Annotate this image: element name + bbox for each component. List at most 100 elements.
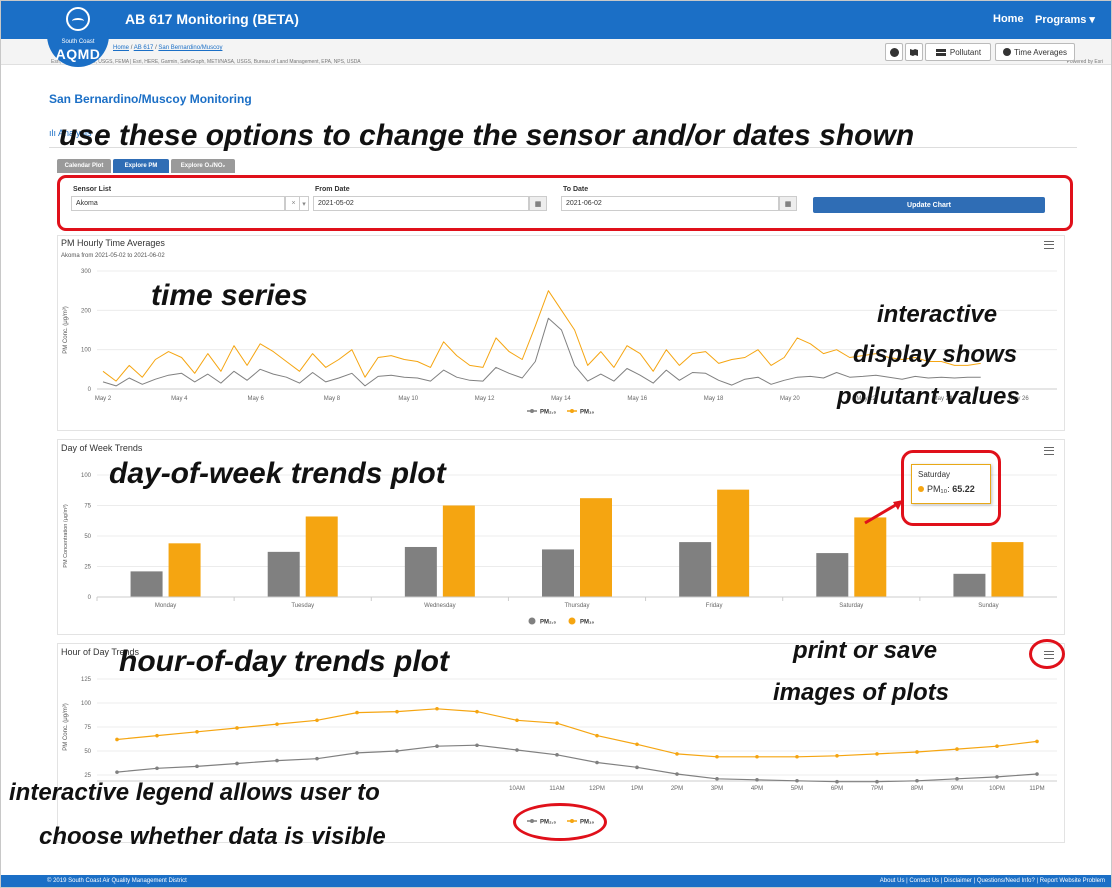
x-tick-label: 4PM: [751, 786, 763, 792]
time-series-subtitle: Akoma from 2021-05-02 to 2021-06-02: [61, 253, 165, 259]
point-pm25-4pm: [755, 778, 759, 782]
info-button[interactable]: [885, 43, 903, 61]
point-pm25-1am: [155, 766, 159, 771]
to-date-calendar-icon[interactable]: ▦: [779, 196, 797, 211]
bar-pm10-wednesday: [442, 505, 475, 597]
chevron-down-icon[interactable]: ▾: [299, 196, 309, 211]
point-pm25-10pm: [995, 775, 999, 779]
time-series-menu-icon[interactable]: [1044, 241, 1054, 249]
y-axis-label: PM Conc. (μg/m³): [63, 306, 69, 353]
legend-swatch: [528, 617, 536, 625]
breadcrumb-program[interactable]: AB 617: [134, 45, 154, 51]
point-pm25-1pm: [635, 765, 639, 770]
y-tick-label: 125: [81, 677, 92, 683]
breadcrumb-home[interactable]: Home: [113, 45, 129, 51]
pollutant-button[interactable]: Pollutant: [925, 43, 991, 61]
from-date-input[interactable]: 2021-05-02: [313, 196, 529, 211]
subtab-explore-o3-no2[interactable]: Explore O₃/NO₂: [171, 159, 235, 173]
to-date-value: 2021-06-02: [566, 200, 602, 207]
point-pm25-9pm: [955, 777, 959, 781]
map-icon: [910, 48, 918, 56]
point-pm25-11am: [555, 753, 559, 757]
x-tick-label: 10PM: [989, 786, 1005, 792]
legend-label: PM₂.₅: [540, 620, 556, 626]
point-pm25-8pm: [915, 778, 919, 783]
y-tick-label: 75: [84, 725, 91, 731]
legend-label: PM₁₀: [580, 410, 594, 416]
point-pm25-8am: [435, 744, 439, 748]
bar-pm10-thursday: [580, 498, 612, 597]
breadcrumb: Home / AB 617 / San Bernardino/Muscoy: [113, 45, 222, 51]
point-pm25-5pm: [795, 778, 799, 783]
point-pm25-6pm: [835, 779, 839, 784]
footer-copyright: © 2019 South Coast Air Quality Managemen…: [47, 878, 187, 884]
nav-home-link[interactable]: Home: [993, 13, 1024, 25]
point-pm25-11pm: [1035, 772, 1039, 776]
y-tick-label: 0: [88, 595, 92, 601]
point-pm10-11am: [555, 721, 559, 725]
point-pm10-5am: [315, 718, 319, 723]
x-tick-label: 3PM: [711, 786, 723, 792]
x-tick-label: May 8: [324, 396, 341, 402]
sensor-select[interactable]: Akoma: [71, 196, 285, 211]
x-tick-label: 11PM: [1029, 786, 1044, 792]
point-pm25-7am: [395, 749, 399, 753]
bar-pm10-friday: [717, 489, 750, 597]
point-pm10-2am: [195, 730, 199, 734]
legend-item-0[interactable]: PM₂.₅: [527, 409, 556, 416]
point-pm10-6am: [355, 710, 359, 715]
day-of-week-menu-icon[interactable]: [1044, 447, 1054, 455]
sensor-select-value: Akoma: [76, 200, 98, 207]
point-pm25-9am: [475, 743, 479, 748]
bar-pm10-sunday: [991, 542, 1024, 597]
x-tick-label: May 16: [627, 396, 647, 402]
to-date-input[interactable]: 2021-06-02: [561, 196, 779, 211]
pollutant-label: Pollutant: [949, 47, 982, 57]
point-pm10-5pm: [795, 754, 799, 759]
footer-links[interactable]: About Us | Contact Us | Disclaimer | Que…: [880, 878, 1105, 884]
point-pm25-10am: [515, 748, 519, 752]
annotation-legend-2: choose whether data is visible: [39, 823, 386, 850]
subtab-calendar-plot[interactable]: Calendar Plot: [57, 159, 111, 173]
from-date-label: From Date: [315, 186, 350, 193]
time-averages-button[interactable]: Time Averages: [995, 43, 1075, 61]
breadcrumb-separator: /: [155, 45, 157, 51]
legend-swatch-dot: [530, 409, 534, 413]
y-tick-label: 200: [81, 308, 92, 314]
page-title: San Bernardino/Muscoy Monitoring: [49, 92, 252, 106]
x-tick-label: May 10: [398, 396, 418, 402]
x-tick-label: Saturday: [839, 603, 863, 609]
y-tick-label: 0: [88, 387, 92, 393]
x-tick-label: May 18: [704, 396, 724, 402]
map-button[interactable]: [905, 43, 923, 61]
bar-pm10-saturday: [854, 517, 887, 597]
x-tick-label: Wednesday: [424, 603, 456, 609]
subtab-explore-pm[interactable]: Explore PM: [113, 159, 169, 173]
nav-programs-dropdown[interactable]: Programs ▾: [1035, 13, 1095, 26]
point-pm10-9am: [475, 709, 479, 714]
aqmd-logo[interactable]: South Coast AQMD: [47, 3, 109, 67]
x-tick-label: 8PM: [911, 786, 923, 792]
annotation-hour-of-day: hour-of-day trends plot: [119, 645, 449, 678]
x-tick-label: 6PM: [831, 786, 843, 792]
x-tick-label: May 2: [95, 396, 112, 402]
app-title: AB 617 Monitoring (BETA): [125, 11, 299, 27]
legend-label: PM₁₀: [580, 620, 594, 626]
breadcrumb-community[interactable]: San Bernardino/Muscoy: [158, 45, 222, 51]
bar-pm25-thursday: [542, 549, 574, 597]
annotation-options: use these options to change the sensor a…: [59, 119, 915, 152]
legend-item-0[interactable]: PM₂.₅: [528, 617, 557, 626]
legend-item-1[interactable]: PM₁₀: [567, 409, 594, 416]
x-tick-label: 11AM: [549, 786, 564, 792]
update-chart-button[interactable]: Update Chart: [813, 197, 1045, 213]
breadcrumb-separator: /: [130, 45, 133, 51]
info-icon: [889, 47, 899, 57]
point-pm10-10am: [515, 718, 519, 723]
from-date-calendar-icon[interactable]: ▦: [529, 196, 547, 211]
y-tick-label: 100: [81, 701, 92, 707]
point-pm10-9pm: [955, 747, 959, 751]
x-tick-label: Tuesday: [291, 603, 314, 609]
legend-swatch: [568, 617, 576, 625]
from-date-value: 2021-05-02: [318, 200, 354, 207]
legend-item-1[interactable]: PM₁₀: [568, 617, 595, 626]
